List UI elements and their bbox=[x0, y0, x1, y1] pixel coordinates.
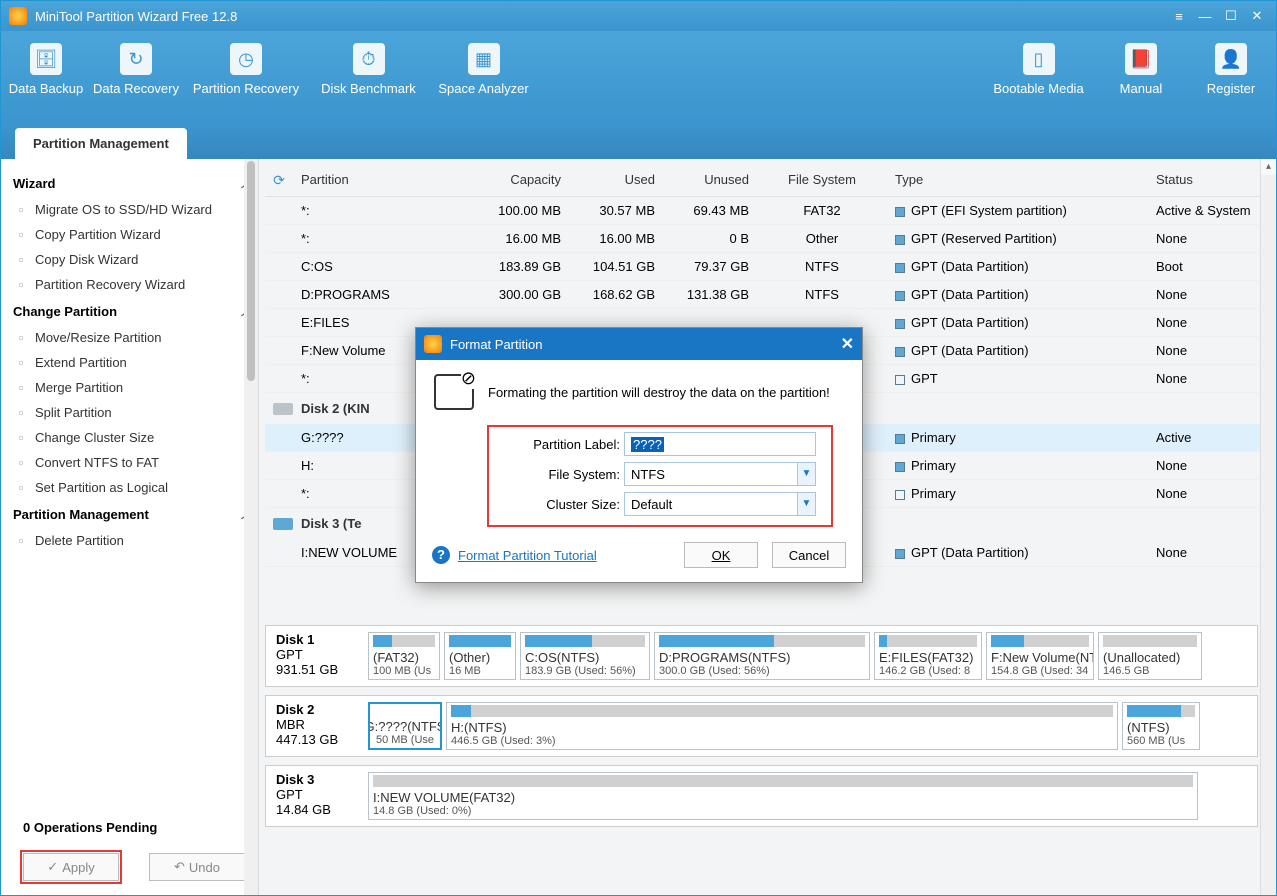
tutorial-link[interactable]: Format Partition Tutorial bbox=[458, 548, 597, 563]
cluster-size-select[interactable]: Default▼ bbox=[624, 492, 816, 516]
dialog-close-icon[interactable]: ✕ bbox=[841, 334, 854, 354]
dialog-logo-icon bbox=[424, 335, 442, 353]
label-cluster-size: Cluster Size: bbox=[494, 497, 624, 512]
ok-button[interactable]: OK bbox=[684, 542, 758, 568]
help-icon[interactable]: ? bbox=[432, 546, 450, 564]
format-partition-dialog: Format Partition ✕ Formating the partiti… bbox=[415, 327, 863, 583]
partition-label-input[interactable]: ???? bbox=[624, 432, 816, 456]
cancel-button[interactable]: Cancel bbox=[772, 542, 846, 568]
label-file-system: File System: bbox=[494, 467, 624, 482]
dialog-overlay: Format Partition ✕ Formating the partiti… bbox=[1, 1, 1276, 895]
dropdown-arrow-icon: ▼ bbox=[797, 493, 815, 515]
file-system-select[interactable]: NTFS▼ bbox=[624, 462, 816, 486]
dropdown-arrow-icon: ▼ bbox=[797, 463, 815, 485]
warning-disk-icon bbox=[434, 374, 474, 410]
dialog-title: Format Partition bbox=[450, 337, 542, 352]
label-partition-label: Partition Label: bbox=[494, 437, 624, 452]
dialog-warning-text: Formating the partition will destroy the… bbox=[488, 385, 830, 400]
dialog-titlebar: Format Partition ✕ bbox=[416, 328, 862, 360]
